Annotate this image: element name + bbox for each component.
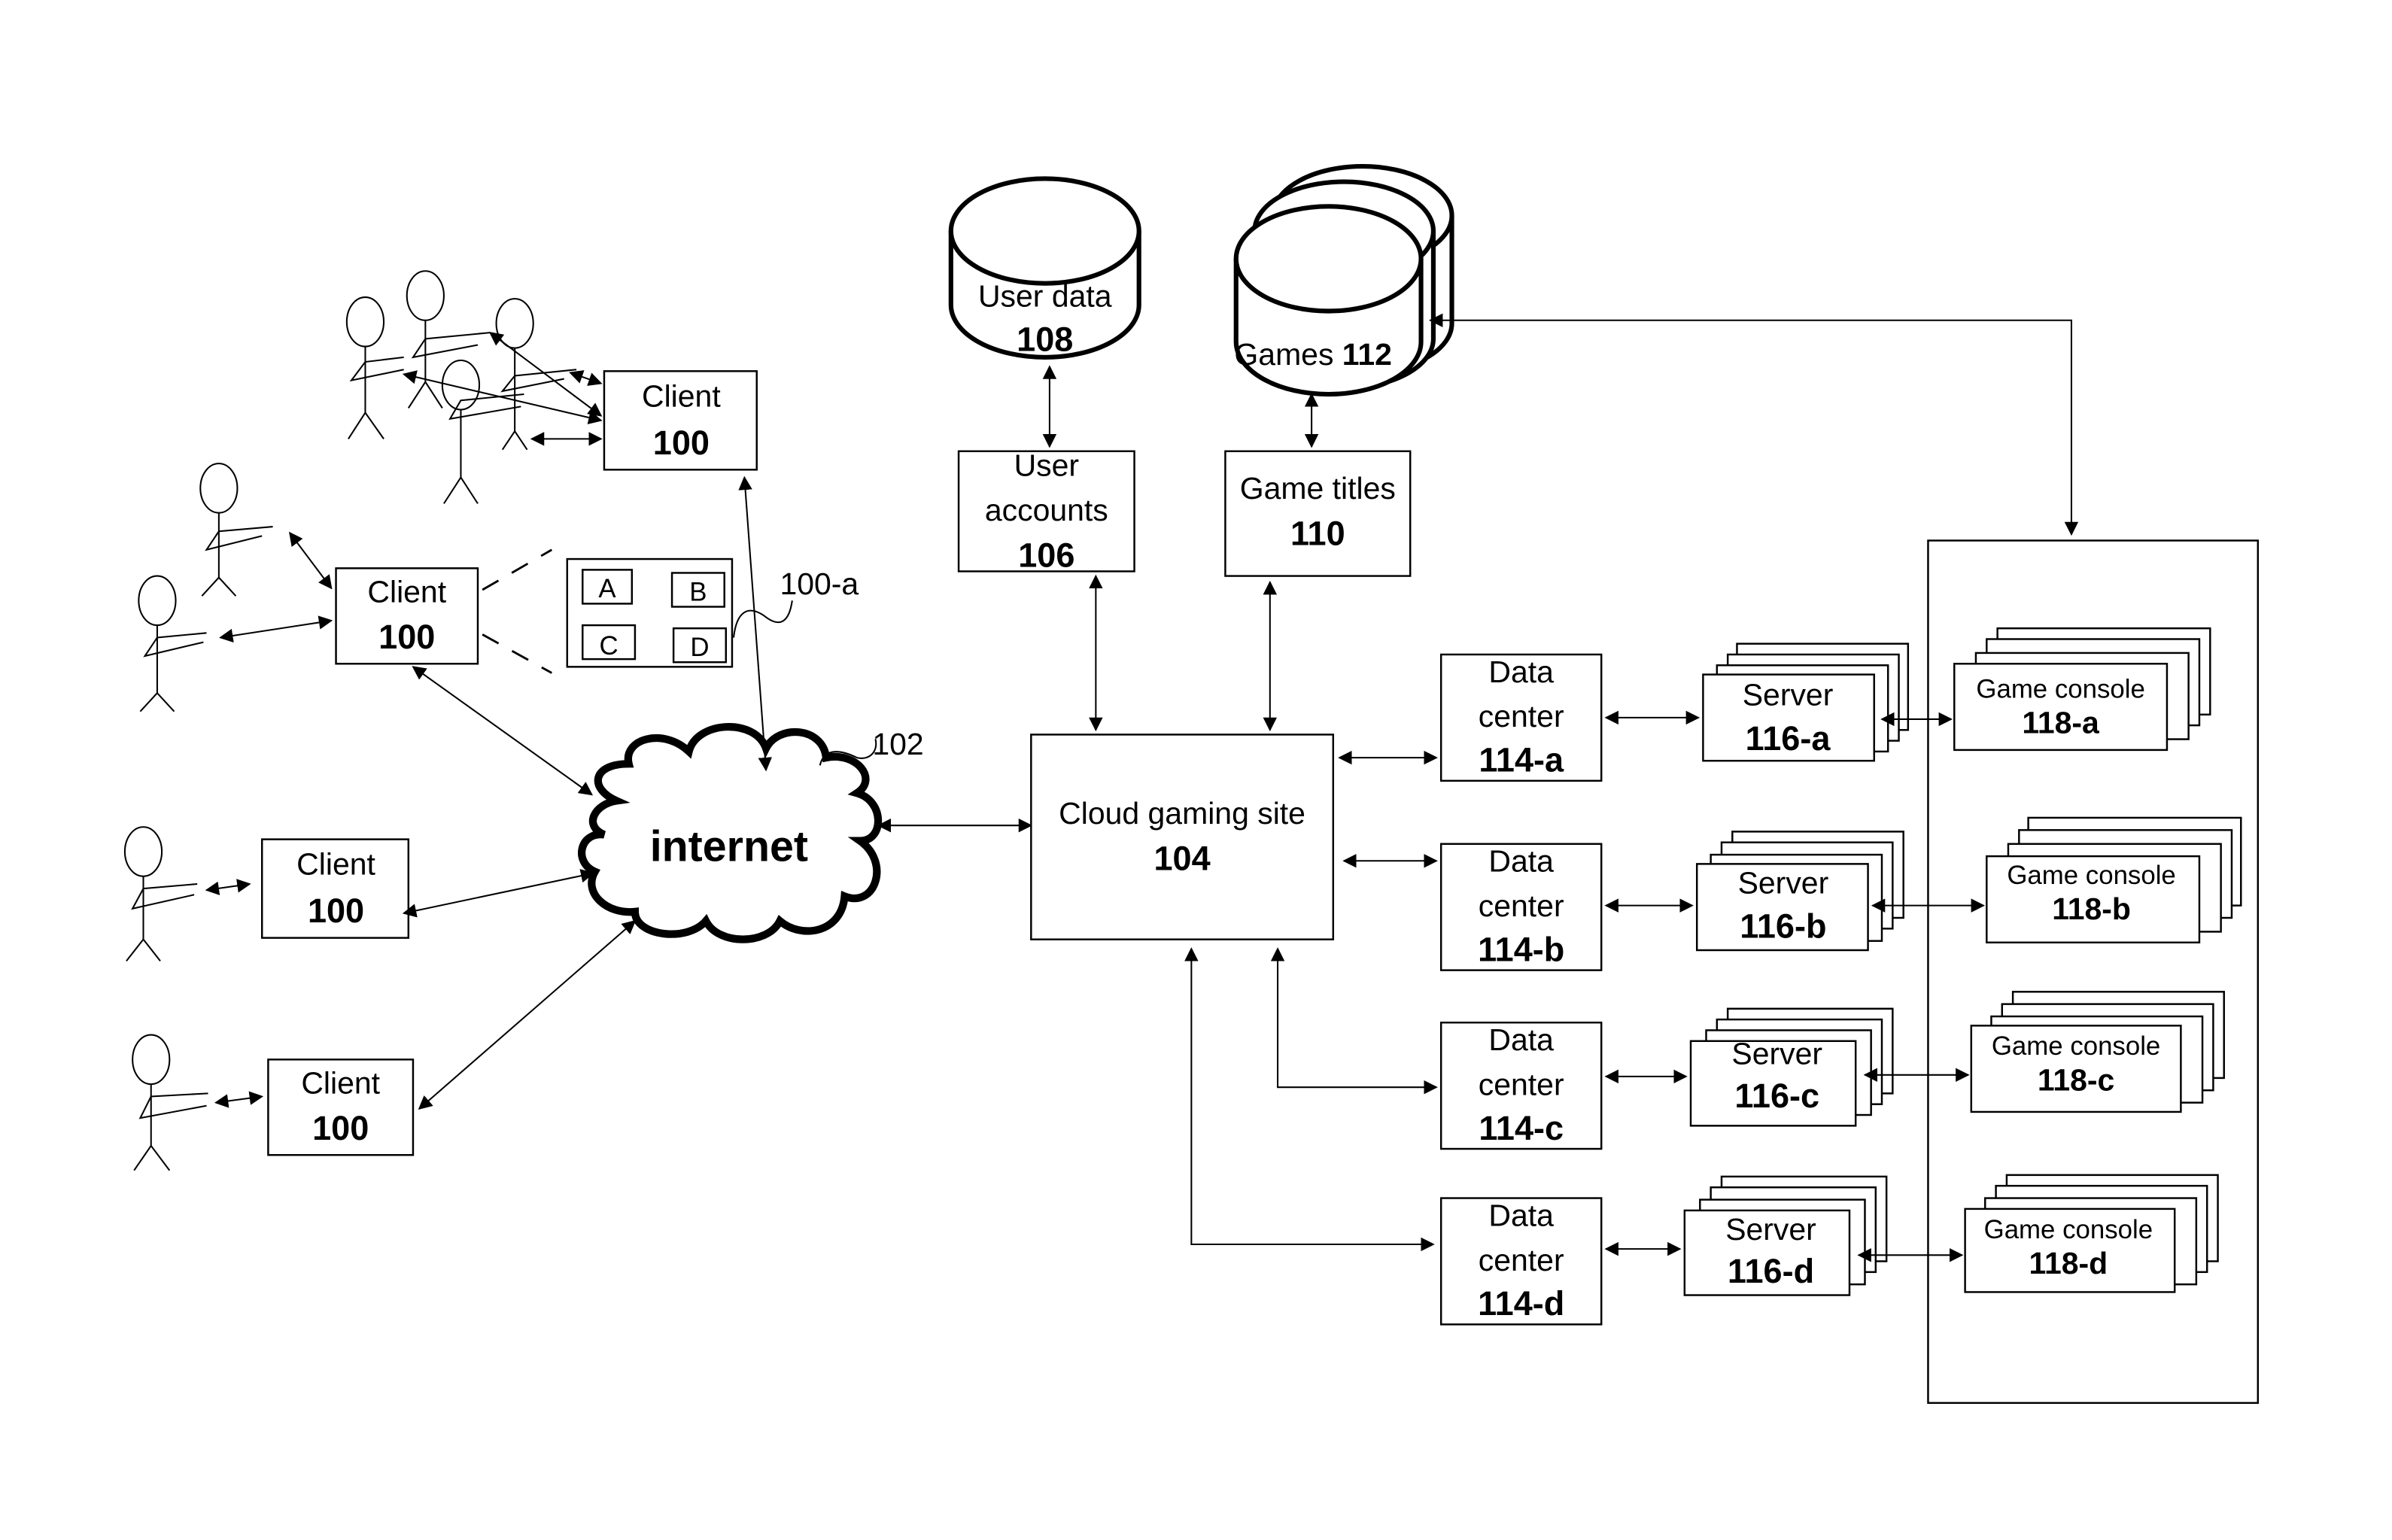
client-box-top: Client 100 bbox=[603, 370, 758, 471]
user-figure-icon bbox=[138, 575, 207, 712]
server-label: Server bbox=[1743, 678, 1834, 712]
client-label: Client bbox=[301, 1065, 380, 1100]
server-number: 116-d bbox=[1728, 1252, 1814, 1290]
game-console-number: 118-c bbox=[2038, 1062, 2114, 1097]
internet-cloud: internet 102 bbox=[578, 723, 924, 943]
user-figure-icon bbox=[406, 270, 491, 409]
data-center-number: 114-d bbox=[1478, 1284, 1564, 1323]
game-console-stack-d: Game console 118-d bbox=[1964, 1174, 2219, 1293]
cloud-gaming-site-box: Cloud gaming site 104 bbox=[1030, 734, 1335, 940]
client-box-middle: Client 100 bbox=[335, 567, 479, 665]
game-titles-label: Game titles bbox=[1240, 471, 1396, 506]
data-center-b: Data center 114-b bbox=[1439, 843, 1603, 971]
server-stack-b: Server 116-b bbox=[1695, 831, 1904, 952]
games-label: Games 112 bbox=[1234, 337, 1391, 372]
user-data-database: User data 108 bbox=[948, 176, 1141, 360]
client-number: 100 bbox=[312, 1109, 369, 1147]
data-center-label-line1: Data bbox=[1488, 1198, 1554, 1232]
data-center-label-line1: Data bbox=[1488, 844, 1554, 879]
server-number: 116-c bbox=[1734, 1077, 1819, 1115]
cloud-gaming-site-label: Cloud gaming site bbox=[1059, 796, 1305, 831]
game-console-stack-c: Game console 118-c bbox=[1970, 991, 2225, 1113]
user-bottom-1 bbox=[123, 826, 251, 961]
data-center-number: 114-a bbox=[1479, 741, 1564, 779]
data-center-label-line2: center bbox=[1479, 699, 1564, 734]
user-accounts-number: 106 bbox=[1018, 536, 1074, 574]
ref-label-102: 102 bbox=[872, 727, 923, 761]
data-center-c: Data center 114-c bbox=[1439, 1021, 1603, 1150]
game-console-label: Game console bbox=[1976, 674, 2144, 703]
server-number: 116-a bbox=[1746, 719, 1831, 758]
user-figure-icon bbox=[123, 826, 198, 961]
server-label: Server bbox=[1731, 1036, 1822, 1071]
client-label: Client bbox=[296, 847, 375, 882]
user-accounts-box: User accounts 106 bbox=[957, 448, 1135, 574]
games-number: 112 bbox=[1342, 337, 1392, 372]
tile-label: A bbox=[598, 574, 616, 603]
tile-label: B bbox=[689, 577, 707, 606]
game-console-number: 118-a bbox=[2022, 705, 2100, 740]
tile-label: D bbox=[690, 633, 709, 662]
user-figure-icon bbox=[199, 463, 273, 597]
client-box-bottom-1: Client 100 bbox=[260, 838, 410, 939]
client-number: 100 bbox=[378, 618, 435, 656]
game-console-number: 118-b bbox=[2052, 891, 2131, 926]
client-label: Client bbox=[367, 574, 446, 609]
data-center-label-line1: Data bbox=[1488, 655, 1554, 689]
games-label-text: Games bbox=[1234, 337, 1342, 372]
game-console-stack-b: Game console 118-b bbox=[1986, 816, 2242, 943]
games-database-stack: Games 112 bbox=[1233, 164, 1454, 397]
internet-label: internet bbox=[650, 822, 808, 870]
data-center-label-line2: center bbox=[1479, 1243, 1564, 1277]
user-figure-icon bbox=[132, 1034, 208, 1171]
game-console-label: Game console bbox=[1984, 1215, 2153, 1244]
user-data-label: User data bbox=[978, 278, 1112, 313]
users-group-top bbox=[345, 270, 603, 504]
user-bottom-2 bbox=[132, 1034, 264, 1171]
data-center-a: Data center 114-a bbox=[1439, 653, 1603, 782]
ref-label-100a: 100-a bbox=[780, 566, 859, 601]
user-figure-icon bbox=[441, 359, 524, 504]
server-label: Server bbox=[1738, 865, 1829, 900]
user-figure-icon bbox=[345, 296, 404, 439]
game-titles-number: 110 bbox=[1290, 515, 1345, 553]
client-number: 100 bbox=[308, 891, 364, 930]
server-number: 116-b bbox=[1740, 907, 1826, 946]
server-label: Server bbox=[1725, 1212, 1816, 1247]
client-box-bottom-2: Client 100 bbox=[267, 1059, 415, 1156]
data-center-number: 114-b bbox=[1478, 930, 1564, 968]
server-stack-a: Server 116-a bbox=[1702, 642, 1910, 762]
game-console-label: Game console bbox=[1992, 1031, 2160, 1061]
data-center-number: 114-c bbox=[1479, 1109, 1564, 1147]
users-group-middle bbox=[138, 463, 333, 712]
client-number: 100 bbox=[653, 424, 710, 462]
game-console-label: Game console bbox=[2007, 861, 2175, 890]
game-console-number: 118-d bbox=[2029, 1246, 2108, 1280]
game-console-stack-a: Game console 118-a bbox=[1953, 627, 2211, 752]
data-center-label-line2: center bbox=[1479, 888, 1564, 923]
user-figure-icon bbox=[495, 298, 577, 451]
server-stack-d: Server 116-d bbox=[1683, 1175, 1888, 1296]
user-data-number: 108 bbox=[1017, 320, 1073, 359]
user-accounts-label-line1: User bbox=[1014, 448, 1079, 483]
cloud-gaming-diagram: Client 100 Client 100 Client 100 Client … bbox=[123, 164, 2260, 1405]
cloud-gaming-site-number: 104 bbox=[1153, 840, 1210, 878]
game-titles-box: Game titles 110 bbox=[1224, 450, 1412, 577]
data-center-label-line2: center bbox=[1479, 1067, 1564, 1101]
server-stack-c: Server 116-c bbox=[1689, 1007, 1894, 1127]
data-center-label-line1: Data bbox=[1488, 1022, 1554, 1057]
user-accounts-label-line2: accounts bbox=[985, 493, 1108, 527]
data-center-d: Data center 114-d bbox=[1439, 1197, 1603, 1326]
client-label: Client bbox=[642, 378, 721, 413]
tile-label: C bbox=[600, 631, 619, 661]
client-screen: A B C D 100-a bbox=[482, 548, 859, 674]
